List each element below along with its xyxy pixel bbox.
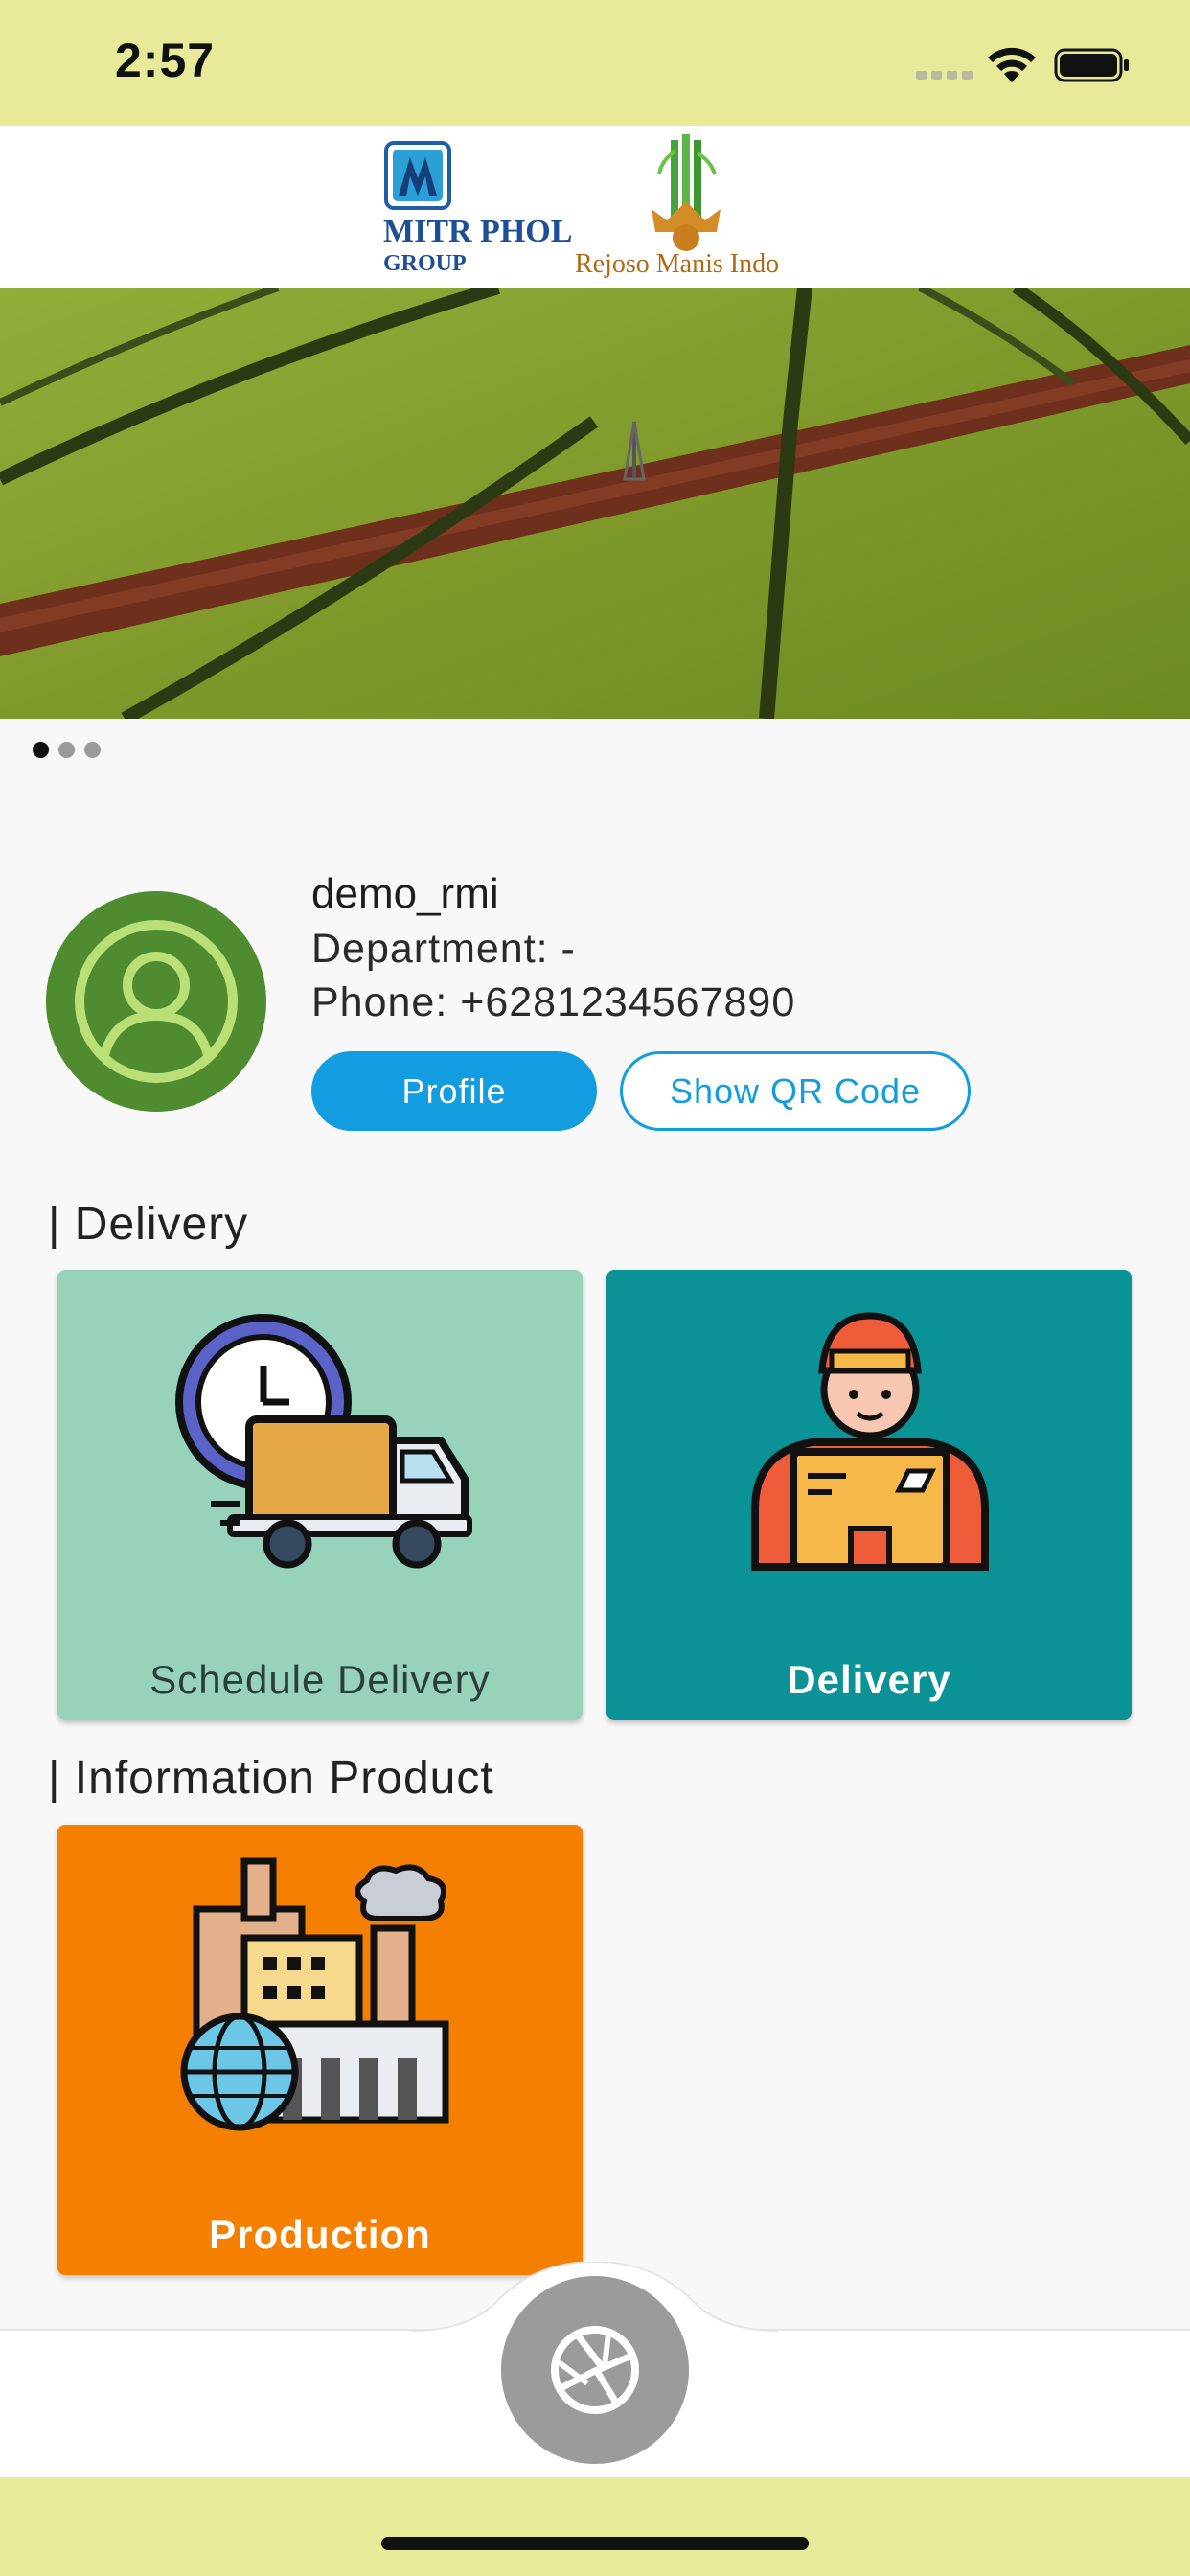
factory-icon bbox=[180, 1857, 449, 2131]
svg-text:GROUP: GROUP bbox=[383, 251, 467, 274]
section-title-information-product: | Information Product bbox=[48, 1753, 494, 1804]
user-icon bbox=[75, 920, 238, 1083]
battery-icon bbox=[1054, 48, 1129, 82]
home-indicator[interactable] bbox=[381, 2537, 809, 2550]
schedule-delivery-label: Schedule Delivery bbox=[149, 1657, 491, 1702]
wifi-icon bbox=[988, 47, 1036, 82]
mitr-phol-mark-icon: MITR PHOL GROUP bbox=[383, 141, 572, 276]
svg-text:Rejoso Manis Indo: Rejoso Manis Indo bbox=[575, 249, 779, 278]
section-title-delivery: | Delivery bbox=[48, 1199, 249, 1250]
home-indicator-area bbox=[0, 2477, 1190, 2576]
mitr-phol-logo: MITR PHOL GROUP bbox=[383, 140, 575, 276]
username: demo_rmi bbox=[311, 870, 499, 917]
carousel-indicator bbox=[33, 742, 101, 759]
sugarcane-field-image bbox=[0, 288, 1190, 719]
delivery-label: Delivery bbox=[787, 1657, 951, 1702]
production-card[interactable]: Production bbox=[57, 1825, 583, 2275]
cellular-signal-icon bbox=[916, 71, 973, 80]
avatar bbox=[46, 891, 266, 1112]
profile-button[interactable]: Profile bbox=[311, 1051, 597, 1131]
production-label: Production bbox=[209, 2212, 431, 2257]
sugarcane-crown-icon: Rejoso Manis Indo bbox=[575, 134, 779, 279]
department-text: Department: - bbox=[311, 926, 576, 972]
carousel-dot-2[interactable] bbox=[58, 742, 75, 758]
carousel-dot-3[interactable] bbox=[84, 742, 101, 758]
camera-fab-button[interactable] bbox=[501, 2276, 689, 2464]
delivery-card[interactable]: Delivery bbox=[606, 1270, 1132, 1720]
show-qr-code-button[interactable]: Show QR Code bbox=[620, 1051, 971, 1131]
banner-carousel[interactable] bbox=[0, 288, 1190, 719]
phone-text: Phone: +6281234567890 bbox=[311, 979, 796, 1025]
rejoso-manis-indo-logo: Rejoso Manis Indo bbox=[575, 132, 814, 279]
truck-clock-icon bbox=[175, 1314, 472, 1569]
carousel-dot-1[interactable] bbox=[33, 742, 49, 758]
courier-icon bbox=[751, 1312, 989, 1571]
svg-text:MITR PHOL: MITR PHOL bbox=[383, 214, 572, 249]
aperture-icon bbox=[551, 2326, 639, 2414]
status-time: 2:57 bbox=[115, 34, 216, 87]
schedule-delivery-card[interactable]: Schedule Delivery bbox=[57, 1270, 583, 1720]
